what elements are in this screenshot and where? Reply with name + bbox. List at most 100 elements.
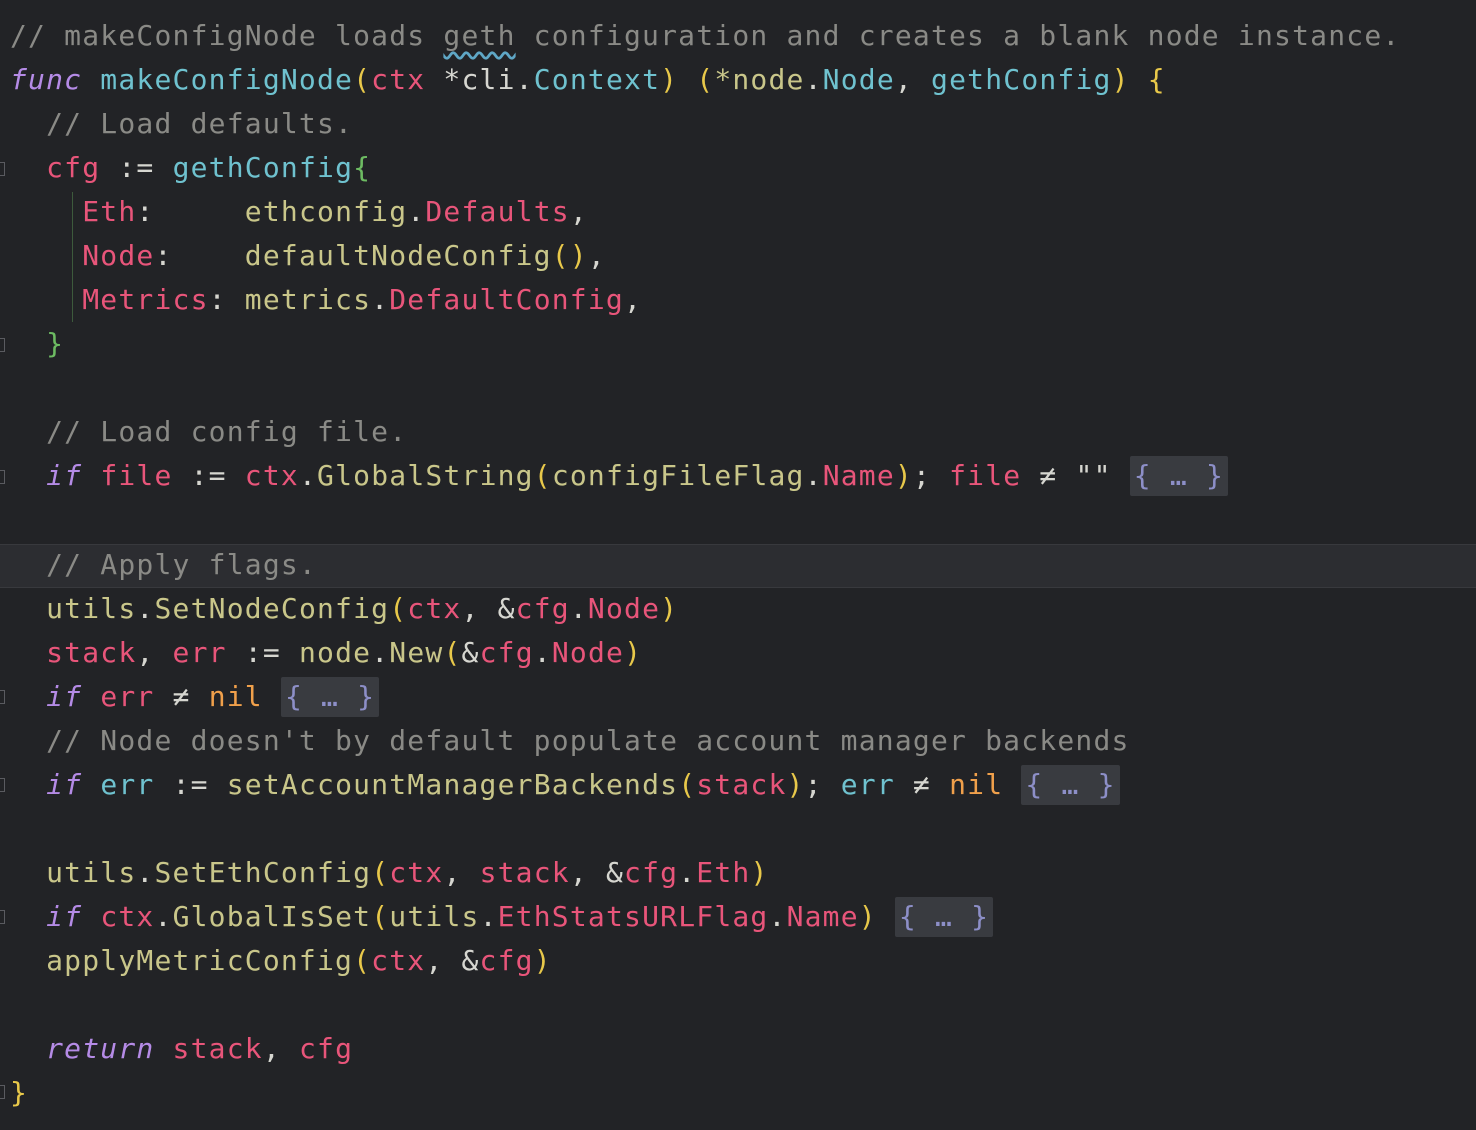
code-line[interactable]: if ctx.GlobalIsSet(utils.EthStatsURLFlag…: [10, 895, 994, 939]
code-line[interactable]: if file := ctx.GlobalString(configFileFl…: [10, 454, 1229, 498]
neq-operator: ≠: [912, 768, 932, 801]
pkg-utils: utils: [46, 592, 137, 625]
value-defaults: Defaults: [425, 195, 570, 228]
call-set-eth-config: SetEthConfig: [154, 856, 372, 889]
folded-block[interactable]: { … }: [1129, 456, 1229, 496]
var-err: err: [172, 636, 227, 669]
code-line[interactable]: applyMetricConfig(ctx, &cfg): [10, 939, 552, 983]
code-line[interactable]: // makeConfigNode loads geth configurati…: [10, 14, 1400, 58]
code-line[interactable]: // Load defaults.: [10, 102, 353, 146]
call-default-node-config: defaultNodeConfig: [244, 239, 552, 272]
code-line[interactable]: }: [10, 322, 64, 366]
return-type-pkg: *node: [714, 63, 805, 96]
fold-gutter-icon[interactable]: [0, 690, 5, 704]
field-node: Node: [551, 636, 625, 669]
string-literal: "": [1075, 459, 1112, 492]
var-err: err: [100, 768, 155, 801]
assign-operator: :=: [190, 459, 227, 492]
code-line[interactable]: Node: defaultNodeConfig(),: [10, 234, 606, 278]
code-line[interactable]: Eth: ethconfig.Defaults,: [10, 190, 588, 234]
pkg-utils: utils: [389, 900, 480, 933]
var-cfg: cfg: [479, 636, 534, 669]
keyword-if: if: [46, 768, 83, 801]
var-file: file: [100, 459, 173, 492]
fold-gutter-icon[interactable]: [0, 1085, 5, 1099]
field-metrics: Metrics: [82, 283, 209, 316]
var-err: err: [100, 680, 155, 713]
code-comment: // Apply flags.: [46, 548, 317, 581]
call-apply-metric-config: applyMetricConfig: [46, 944, 354, 977]
var-ctx: ctx: [244, 459, 299, 492]
code-comment: // Load defaults.: [46, 107, 354, 140]
literal-nil: nil: [949, 768, 1004, 801]
var-stack: stack: [479, 856, 570, 889]
fold-gutter-icon[interactable]: [0, 470, 5, 484]
pkg-node: node: [298, 636, 372, 669]
field-node: Node: [587, 592, 661, 625]
function-name: makeConfigNode: [100, 63, 354, 96]
return-type-config: gethConfig: [931, 63, 1112, 96]
var-config-file-flag: configFileFlag: [551, 459, 805, 492]
var-err: err: [840, 768, 895, 801]
keyword-if: if: [46, 680, 83, 713]
code-line[interactable]: stack, err := node.New(&cfg.Node): [10, 631, 642, 675]
folded-block[interactable]: { … }: [894, 897, 994, 937]
var-ctx: ctx: [371, 944, 426, 977]
code-line[interactable]: return stack, cfg: [10, 1027, 353, 1071]
call-global-is-set: GlobalIsSet: [172, 900, 372, 933]
var-ctx: ctx: [100, 900, 155, 933]
param-type: Context: [533, 63, 661, 96]
fold-gutter-icon[interactable]: [0, 338, 5, 352]
fold-gutter-icon[interactable]: [0, 162, 5, 176]
var-cfg: cfg: [298, 1032, 354, 1065]
field-node: Node: [82, 239, 155, 272]
keyword-if: if: [46, 900, 83, 933]
pkg-utils: utils: [46, 856, 137, 889]
keyword-return: return: [46, 1032, 155, 1065]
code-line[interactable]: utils.SetEthConfig(ctx, stack, &cfg.Eth): [10, 851, 769, 895]
code-comment: // Node doesn't by default populate acco…: [46, 724, 1130, 757]
code-editor[interactable]: // makeConfigNode loads geth configurati…: [0, 0, 1476, 1130]
literal-nil: nil: [208, 680, 263, 713]
var-stack: stack: [46, 636, 137, 669]
code-line[interactable]: }: [10, 1071, 28, 1115]
call-set-node-config: SetNodeConfig: [154, 592, 390, 625]
folded-block[interactable]: { … }: [1021, 765, 1120, 805]
code-line[interactable]: func makeConfigNode(ctx *cli.Context) (*…: [10, 58, 1166, 102]
value-default-config: DefaultConfig: [389, 283, 624, 316]
var-eth-stats-url-flag: EthStatsURLFlag: [497, 900, 769, 933]
code-line[interactable]: if err := setAccountManagerBackends(stac…: [10, 763, 1120, 807]
code-line[interactable]: if err ≠ nil { … }: [10, 675, 380, 719]
var-cfg: cfg: [624, 856, 679, 889]
folded-block[interactable]: { … }: [280, 677, 380, 717]
assign-operator: :=: [244, 636, 281, 669]
field-eth: Eth: [82, 195, 137, 228]
var-ctx: ctx: [407, 592, 462, 625]
neq-operator: ≠: [1039, 459, 1058, 492]
code-line[interactable]: // Load config file.: [10, 410, 407, 454]
code-line[interactable]: // Apply flags.: [10, 543, 317, 587]
pkg-metrics: metrics: [244, 283, 372, 316]
code-line[interactable]: Metrics: metrics.DefaultConfig,: [10, 278, 642, 322]
call-new: New: [389, 636, 444, 669]
code-comment: // Load config file.: [46, 415, 408, 448]
param-ctx: ctx: [371, 63, 426, 96]
field-eth: Eth: [696, 856, 751, 889]
code-line[interactable]: // Node doesn't by default populate acco…: [10, 719, 1130, 763]
code-line[interactable]: utils.SetNodeConfig(ctx, &cfg.Node): [10, 587, 678, 631]
fold-gutter-icon[interactable]: [0, 910, 5, 924]
var-stack: stack: [172, 1032, 263, 1065]
var-file: file: [949, 459, 1022, 492]
call-global-string: GlobalString: [317, 459, 534, 492]
var-cfg: cfg: [479, 944, 534, 977]
var-cfg: cfg: [46, 151, 101, 184]
var-cfg: cfg: [515, 592, 570, 625]
return-type-node: Node: [822, 63, 895, 96]
assign-operator: :=: [118, 151, 155, 184]
call-set-account-manager-backends: setAccountManagerBackends: [226, 768, 679, 801]
fold-gutter-icon[interactable]: [0, 778, 5, 792]
code-line[interactable]: cfg := gethConfig{: [10, 146, 371, 190]
spellcheck-word: geth: [443, 19, 516, 52]
neq-operator: ≠: [172, 680, 191, 713]
keyword-func: func: [10, 63, 83, 96]
